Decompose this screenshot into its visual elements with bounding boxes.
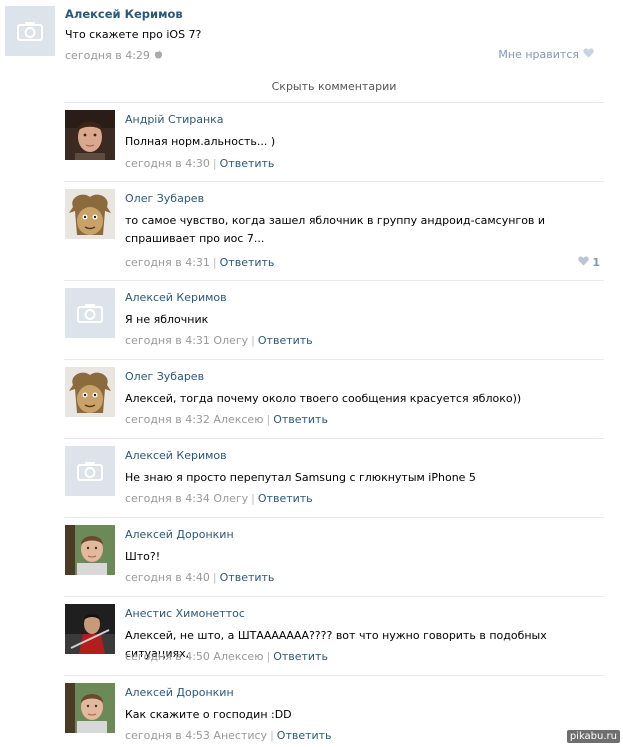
comment-author-link[interactable]: Олег Зубарев: [125, 192, 204, 205]
comment-author-link[interactable]: Алексей Керимов: [125, 291, 227, 304]
comment-time[interactable]: сегодня в 4:40: [125, 571, 210, 584]
comments-page: Алексей Керимов Что скажете про iOS 7? с…: [0, 0, 623, 747]
comment: Алексей Доронкин Как скажите о господин …: [64, 675, 604, 747]
watermark: pikabu.ru: [566, 730, 620, 743]
comment-text: Што?!: [125, 550, 161, 563]
commenter-avatar[interactable]: [65, 189, 115, 239]
post-author-avatar[interactable]: [5, 6, 55, 56]
comment: Алексей Керимов Я не яблочник сегодня в …: [64, 280, 604, 359]
comment-meta: сегодня в 4:30 | Ответить: [125, 157, 275, 170]
comment: Анестис Химонеттос Алексей, не што, а ШТ…: [64, 596, 604, 675]
reply-button[interactable]: Ответить: [273, 413, 328, 426]
reply-button[interactable]: Ответить: [258, 334, 313, 347]
comment-time[interactable]: сегодня в 4:32 Алексею: [125, 413, 263, 426]
comment-meta: сегодня в 4:32 Алексею | Ответить: [125, 413, 328, 426]
comment-meta: сегодня в 4:50 Алексею | Ответить: [125, 650, 328, 663]
reply-button[interactable]: Ответить: [273, 650, 328, 663]
heart-icon: [578, 256, 590, 269]
hide-comments-link[interactable]: Скрыть комментарии: [64, 80, 604, 93]
camera-icon: [77, 304, 103, 323]
comment: Олег Зубарев Алексей, тогда почему около…: [64, 359, 604, 438]
commenter-avatar[interactable]: [65, 525, 115, 575]
comment-author-link[interactable]: Олег Зубарев: [125, 370, 204, 383]
comment-text: Полная норм.альность... ): [125, 135, 276, 148]
post-author-link[interactable]: Алексей Керимов: [65, 7, 183, 21]
camera-icon: [17, 22, 43, 41]
comment-meta: сегодня в 4:34 Олегу | Ответить: [125, 492, 313, 505]
comment-time[interactable]: сегодня в 4:34 Олегу: [125, 492, 248, 505]
reply-button[interactable]: Ответить: [220, 571, 275, 584]
comment-like-button[interactable]: 1: [578, 256, 600, 269]
commenter-avatar[interactable]: [65, 446, 115, 496]
comment: Олег Зубарев то самое чувство, когда заш…: [64, 181, 604, 280]
comment-text: то самое чувство, когда зашел яблочник в…: [125, 214, 546, 245]
comment-time[interactable]: сегодня в 4:50 Алексею: [125, 650, 263, 663]
comment-meta: сегодня в 4:40 | Ответить: [125, 571, 275, 584]
reply-button[interactable]: Ответить: [277, 729, 332, 742]
comment-time[interactable]: сегодня в 4:31 Олегу: [125, 334, 248, 347]
post-text: Что скажете про iOS 7?: [65, 28, 202, 41]
comment-meta: сегодня в 4:31 Олегу | Ответить: [125, 334, 313, 347]
comment-text: Как скажите о господин :DD: [125, 708, 292, 721]
commenter-avatar[interactable]: [65, 604, 115, 654]
comment-text: Алексей, тогда почему около твоего сообщ…: [125, 392, 522, 405]
comment: Алексей Керимов Не знаю я просто перепут…: [64, 438, 604, 517]
apple-icon: [154, 49, 163, 62]
commenter-avatar[interactable]: [65, 110, 115, 160]
commenter-avatar[interactable]: [65, 367, 115, 417]
comment-meta: сегодня в 4:53 Анестису | Ответить: [125, 729, 332, 742]
comment-time[interactable]: сегодня в 4:30: [125, 157, 210, 170]
comment-time[interactable]: сегодня в 4:53 Анестису: [125, 729, 267, 742]
comment-author-link[interactable]: Анестис Химонеттос: [125, 607, 245, 620]
heart-icon: [583, 48, 594, 61]
comment-author-link[interactable]: Алексей Доронкин: [125, 528, 234, 541]
post-meta: сегодня в 4:29: [65, 49, 163, 62]
comment-author-link[interactable]: Алексей Доронкин: [125, 686, 234, 699]
comment: Алексей Доронкин Што?! сегодня в 4:40 | От…: [64, 517, 604, 596]
comment-text: Я не яблочник: [125, 313, 209, 326]
comment-author-link[interactable]: Андрій Стиранка: [125, 113, 224, 126]
like-count: 1: [592, 256, 600, 269]
comment: Андрій Стиранка Полная норм.альность... …: [64, 102, 604, 181]
wall-post: Алексей Керимов Что скажете про iOS 7? с…: [0, 0, 623, 76]
comment-time[interactable]: сегодня в 4:31: [125, 256, 210, 269]
reply-button[interactable]: Ответить: [220, 157, 275, 170]
post-like-button[interactable]: Мне нравится: [498, 48, 594, 61]
reply-button[interactable]: Ответить: [258, 492, 313, 505]
comment-text: Не знаю я просто перепутал Samsung с глю…: [125, 471, 476, 484]
comment-author-link[interactable]: Алексей Керимов: [125, 449, 227, 462]
camera-icon: [77, 462, 103, 481]
like-label: Мне нравится: [498, 48, 579, 61]
reply-button[interactable]: Ответить: [220, 256, 275, 269]
commenter-avatar[interactable]: [65, 683, 115, 733]
post-time[interactable]: сегодня в 4:29: [65, 49, 150, 62]
commenter-avatar[interactable]: [65, 288, 115, 338]
comment-meta: сегодня в 4:31 | Ответить: [125, 256, 275, 269]
